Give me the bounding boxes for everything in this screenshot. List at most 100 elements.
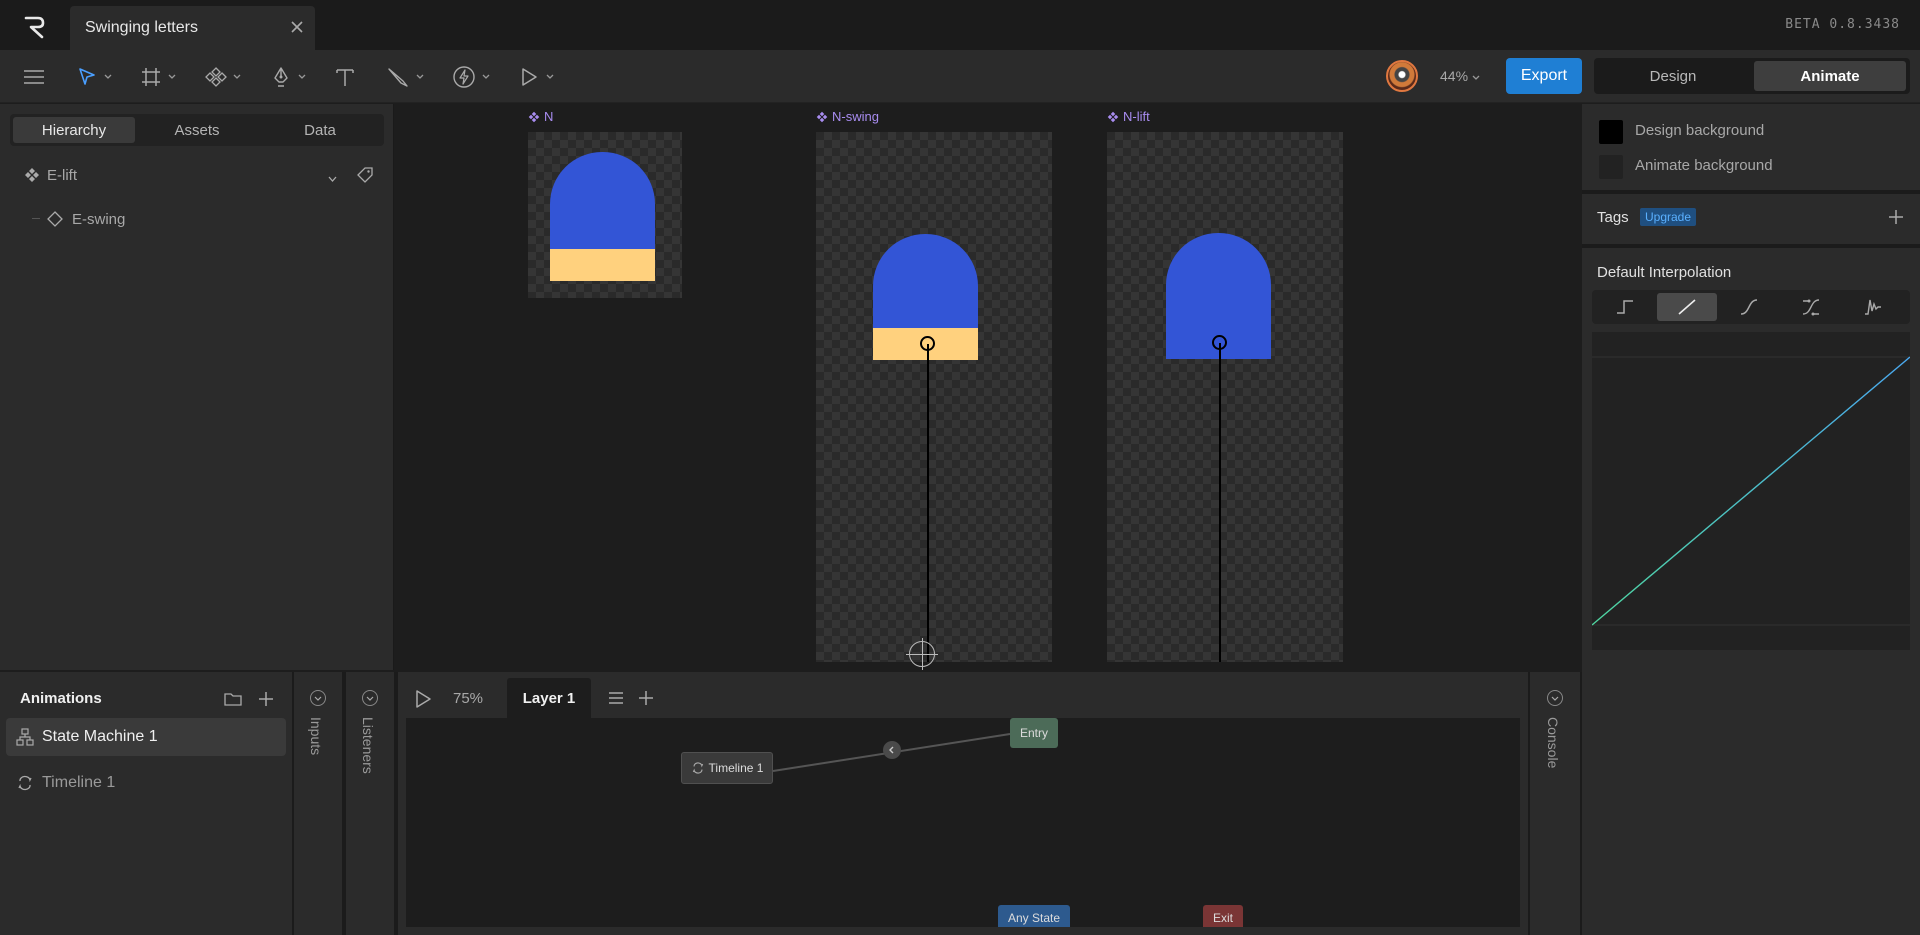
list-item-timeline[interactable]: Timeline 1 bbox=[6, 764, 286, 802]
component-icon bbox=[816, 111, 828, 122]
exit-node[interactable]: Exit bbox=[1203, 905, 1243, 927]
chevron-down-icon bbox=[1472, 75, 1480, 80]
brush-tool[interactable] bbox=[386, 62, 424, 92]
animate-background-swatch[interactable] bbox=[1599, 155, 1623, 179]
state-graph[interactable]: Entry Timeline 1 Any State Exit bbox=[406, 718, 1520, 927]
interpolation-title: Default Interpolation bbox=[1597, 264, 1732, 281]
artboard-label-n[interactable]: N bbox=[528, 109, 553, 124]
hierarchy-panel: Hierarchy Assets Data E-lift E-swing bbox=[0, 104, 394, 670]
tab-layer-1[interactable]: Layer 1 bbox=[507, 678, 591, 718]
interpolation-options bbox=[1592, 290, 1910, 324]
console-panel[interactable]: Console bbox=[1530, 672, 1580, 935]
list-item-label: Timeline 1 bbox=[42, 774, 116, 791]
design-mode-button[interactable]: Design bbox=[1598, 61, 1748, 91]
add-layer-icon[interactable] bbox=[637, 689, 655, 712]
artboard-label-n-swing[interactable]: N-swing bbox=[816, 109, 879, 124]
list-item-label: State Machine 1 bbox=[42, 728, 158, 745]
pivot-handle[interactable] bbox=[1212, 335, 1227, 350]
brush-icon bbox=[386, 66, 410, 88]
chevron-down-icon[interactable] bbox=[104, 74, 112, 80]
component-tool[interactable] bbox=[205, 62, 241, 92]
menu-icon[interactable] bbox=[22, 62, 46, 92]
chevron-down-icon[interactable] bbox=[310, 690, 326, 706]
inputs-panel[interactable]: Inputs bbox=[294, 672, 342, 935]
cubic-icon[interactable] bbox=[1719, 293, 1779, 321]
bone-joint-handle[interactable] bbox=[906, 638, 938, 670]
play-tool[interactable] bbox=[518, 62, 554, 92]
document-tab[interactable]: Swinging letters bbox=[70, 6, 315, 50]
play-icon[interactable] bbox=[412, 688, 434, 715]
select-tool[interactable] bbox=[76, 62, 112, 92]
chevron-down-icon[interactable] bbox=[1547, 690, 1563, 706]
avatar[interactable] bbox=[1386, 60, 1418, 92]
upgrade-badge[interactable]: Upgrade bbox=[1640, 208, 1697, 226]
artboard-name: N-swing bbox=[832, 109, 879, 124]
inspector-empty-panel bbox=[1582, 672, 1920, 935]
animate-mode-button[interactable]: Animate bbox=[1754, 61, 1906, 91]
export-button[interactable]: Export bbox=[1506, 58, 1582, 94]
tree-connector bbox=[32, 218, 40, 219]
tag-icon[interactable] bbox=[356, 166, 374, 188]
hierarchy-item-e-swing[interactable]: E-swing bbox=[0, 202, 394, 236]
state-machine-icon bbox=[16, 728, 34, 751]
lightning-tool[interactable] bbox=[452, 62, 490, 92]
chevron-down-icon[interactable] bbox=[328, 170, 337, 187]
list-item-state-machine[interactable]: State Machine 1 bbox=[6, 718, 286, 756]
artboard-name: N bbox=[544, 109, 554, 124]
elastic-icon[interactable] bbox=[1843, 293, 1903, 321]
add-animation-icon[interactable] bbox=[257, 690, 275, 713]
hierarchy-item-e-lift[interactable]: E-lift bbox=[0, 158, 394, 192]
transition-line bbox=[772, 733, 1011, 772]
letter-shape[interactable] bbox=[550, 152, 655, 249]
chevron-down-icon[interactable] bbox=[546, 74, 554, 80]
chevron-down-icon[interactable] bbox=[482, 74, 490, 80]
background-section: Design background Animate background bbox=[1582, 104, 1920, 190]
pivot-handle[interactable] bbox=[920, 336, 935, 351]
artboard-n[interactable] bbox=[528, 132, 682, 298]
linear-icon[interactable] bbox=[1657, 293, 1717, 321]
transition-arrow-icon[interactable] bbox=[883, 741, 901, 759]
inputs-label: Inputs bbox=[308, 717, 324, 756]
letter-bar[interactable] bbox=[550, 249, 655, 281]
folder-icon[interactable] bbox=[224, 691, 242, 712]
version-label: BETA 0.8.3438 bbox=[1785, 17, 1900, 32]
chevron-down-icon[interactable] bbox=[416, 74, 424, 80]
any-state-node[interactable]: Any State bbox=[998, 905, 1070, 927]
rive-logo[interactable] bbox=[22, 14, 48, 40]
ease-icon[interactable] bbox=[1781, 293, 1841, 321]
tab-hierarchy[interactable]: Hierarchy bbox=[13, 117, 135, 143]
pen-tool[interactable] bbox=[270, 62, 306, 92]
tab-assets[interactable]: Assets bbox=[136, 117, 258, 143]
document-title: Swinging letters bbox=[85, 19, 198, 36]
select-icon bbox=[76, 66, 98, 88]
hold-icon[interactable] bbox=[1595, 293, 1655, 321]
zoom-value: 44% bbox=[1440, 68, 1469, 84]
design-background-label: Design background bbox=[1635, 122, 1765, 139]
artboard-n-swing[interactable] bbox=[816, 132, 1052, 662]
design-canvas[interactable]: N N-swing N-lift bbox=[396, 104, 1580, 670]
artboard-name: N-lift bbox=[1123, 109, 1150, 124]
letter-shape[interactable] bbox=[873, 234, 978, 328]
close-icon[interactable] bbox=[286, 16, 308, 38]
component-icon bbox=[205, 66, 227, 88]
artboard-tool[interactable] bbox=[140, 62, 176, 92]
listeners-panel[interactable]: Listeners bbox=[346, 672, 394, 935]
layers-list-icon[interactable] bbox=[607, 689, 625, 712]
design-background-swatch[interactable] bbox=[1599, 120, 1623, 144]
chevron-down-icon[interactable] bbox=[168, 74, 176, 80]
text-tool[interactable] bbox=[334, 62, 356, 92]
pen-icon bbox=[270, 66, 292, 88]
graph-zoom[interactable]: 75% bbox=[453, 690, 483, 707]
artboard-label-n-lift[interactable]: N-lift bbox=[1107, 109, 1150, 124]
chevron-down-icon[interactable] bbox=[298, 74, 306, 80]
chevron-down-icon[interactable] bbox=[233, 74, 241, 80]
add-tag-icon[interactable] bbox=[1887, 208, 1905, 231]
listeners-label: Listeners bbox=[360, 717, 376, 774]
chevron-down-icon[interactable] bbox=[362, 690, 378, 706]
entry-node[interactable]: Entry bbox=[1010, 718, 1058, 748]
timeline-node[interactable]: Timeline 1 bbox=[681, 752, 773, 784]
artboard-n-lift[interactable] bbox=[1107, 132, 1343, 662]
zoom-control[interactable]: 44% bbox=[1440, 68, 1480, 84]
tab-data[interactable]: Data bbox=[259, 117, 381, 143]
properties-panel: Design background Animate background Tag… bbox=[1582, 104, 1920, 770]
